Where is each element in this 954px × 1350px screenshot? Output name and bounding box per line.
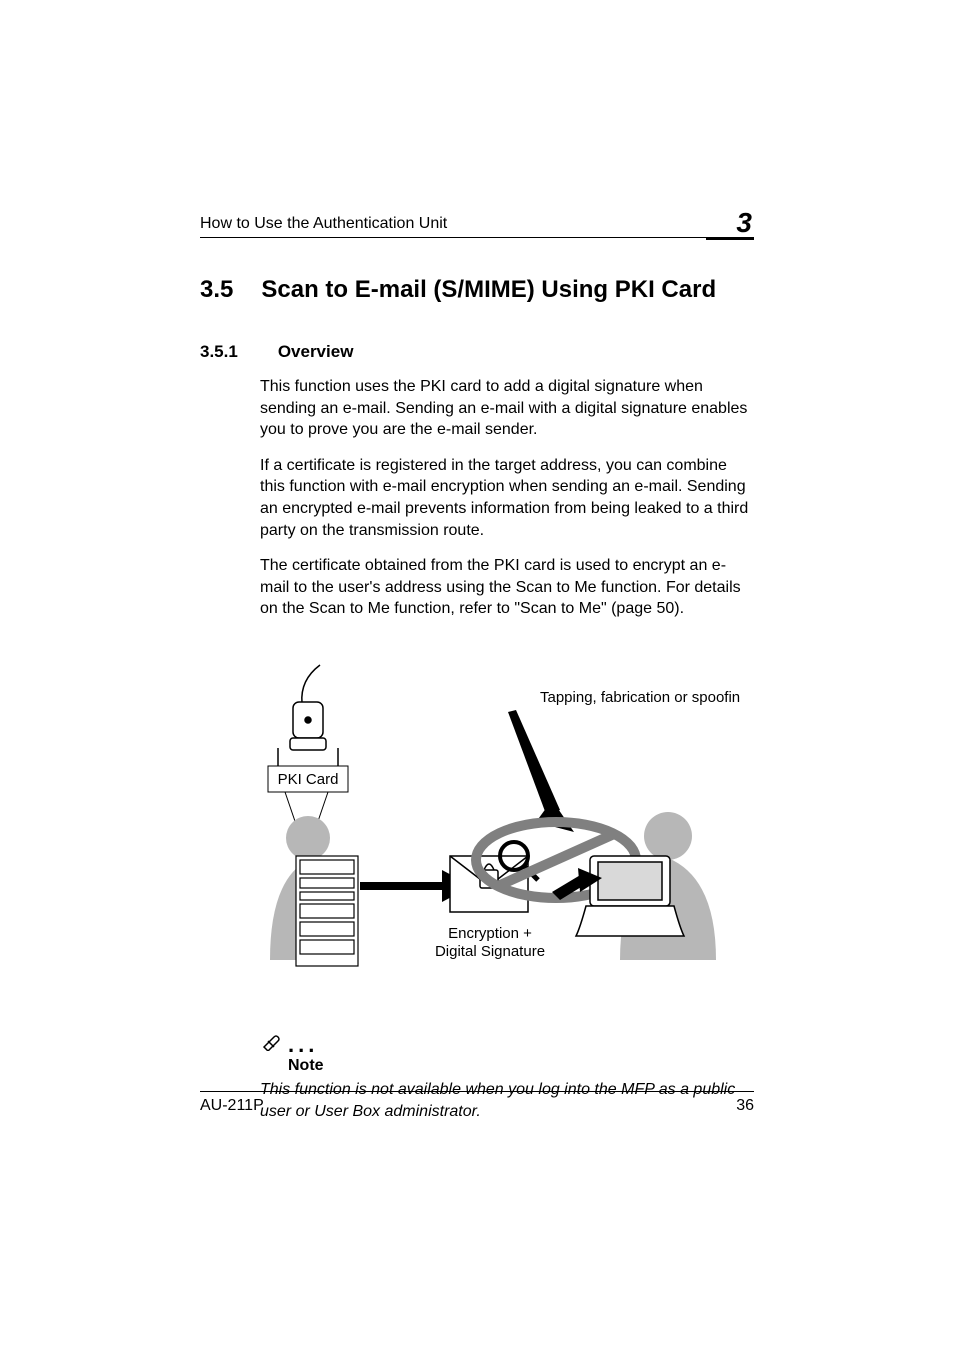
chapter-number-box: 3 <box>736 205 754 233</box>
threat-label: Tapping, fabrication or spoofing <box>540 689 740 706</box>
running-header: How to Use the Authentication Unit 3 <box>200 205 754 237</box>
section-number: 3.5 <box>200 276 233 304</box>
footer-page-number: 36 <box>736 1097 754 1115</box>
section-heading: 3.5 Scan to E-mail (S/MIME) Using PKI Ca… <box>200 276 754 304</box>
section-title: Scan to E-mail (S/MIME) Using PKI Card <box>261 276 716 304</box>
paragraph-2: If a certificate is registered in the ta… <box>260 455 754 541</box>
chapter-number: 3 <box>736 209 754 237</box>
encryption-label: Encryption + Digital Signature <box>435 925 545 960</box>
pencil-icon <box>260 1029 282 1051</box>
svg-text:PKI Card: PKI Card <box>278 771 339 788</box>
page-footer: AU-211P 36 <box>200 1091 754 1115</box>
header-title: How to Use the Authentication Unit <box>200 215 447 233</box>
subsection-heading: 3.5.1 Overview <box>200 342 754 362</box>
threat-arrow-icon <box>508 710 574 832</box>
subsection-number: 3.5.1 <box>200 342 238 362</box>
paragraph-1: This function uses the PKI card to add a… <box>260 376 754 441</box>
svg-text:Encryption +: Encryption + <box>448 925 532 942</box>
subsection-title: Overview <box>278 342 354 362</box>
mfp-printer-icon <box>296 856 358 966</box>
svg-text:Digital Signature: Digital Signature <box>435 943 545 960</box>
laptop-icon <box>576 856 684 936</box>
paragraph-3: The certificate obtained from the PKI ca… <box>260 555 754 620</box>
footer-model: AU-211P <box>200 1097 264 1115</box>
note-dots-icon: ... <box>288 1038 318 1051</box>
header-rule <box>200 237 754 240</box>
overview-diagram: PKI Card <box>260 660 754 1005</box>
note-label: Note <box>288 1057 754 1075</box>
